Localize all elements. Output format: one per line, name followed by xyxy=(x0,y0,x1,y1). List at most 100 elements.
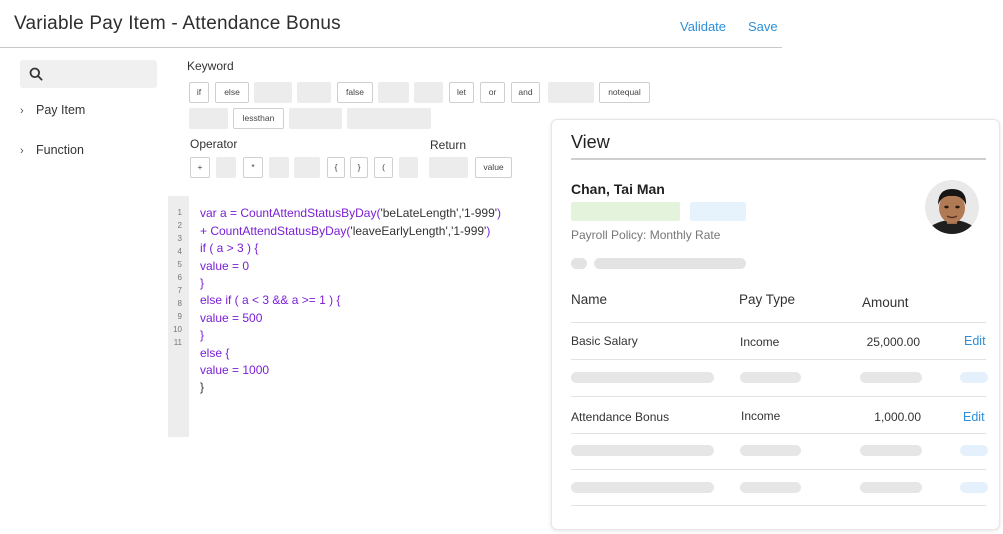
operator-chip[interactable] xyxy=(399,157,418,178)
keyword-chip[interactable] xyxy=(347,108,431,129)
pay-item-amount: 1,000.00 xyxy=(874,410,921,424)
sidebar-item-function[interactable]: › Function xyxy=(20,143,84,157)
column-header-pay-type: Pay Type xyxy=(739,292,796,307)
code-token: ) xyxy=(486,224,491,238)
operator-chip[interactable]: * xyxy=(243,157,263,178)
keyword-chip[interactable]: if xyxy=(189,82,209,103)
code-line: else { xyxy=(200,346,230,360)
keyword-chip[interactable] xyxy=(189,108,228,129)
return-section-label: Return xyxy=(430,138,467,152)
placeholder-bar xyxy=(740,482,801,493)
edit-button[interactable]: Edit xyxy=(963,410,985,424)
keyword-section-label: Keyword xyxy=(187,59,234,73)
search-icon xyxy=(29,67,43,81)
keyword-chip[interactable] xyxy=(414,82,443,103)
operator-chip[interactable]: ( xyxy=(374,157,393,178)
page-title: Variable Pay Item - Attendance Bonus xyxy=(14,13,341,34)
code-editor[interactable]: 1 2 3 4 5 6 7 8 9 10 11 var a = CountAtt… xyxy=(168,196,548,437)
line-number: 3 xyxy=(177,234,182,243)
column-header-amount: Amount xyxy=(862,295,909,310)
row-divider xyxy=(571,433,986,434)
keyword-chip[interactable]: and xyxy=(511,82,540,103)
keyword-chip[interactable] xyxy=(548,82,594,103)
line-number: 8 xyxy=(177,299,182,308)
code-token: CountAttendStatusByDay( xyxy=(240,206,381,220)
sidebar: › Pay Item › Function xyxy=(0,49,168,437)
row-divider xyxy=(571,359,986,360)
code-line: value = 1000 xyxy=(200,363,270,377)
row-divider xyxy=(571,469,986,470)
code-line: } xyxy=(200,328,205,342)
sidebar-item-label: Function xyxy=(36,143,84,157)
keyword-chip[interactable] xyxy=(254,82,292,103)
placeholder-bar xyxy=(594,258,746,269)
placeholder-bar xyxy=(571,372,714,383)
keyword-chip[interactable]: else xyxy=(215,82,249,103)
keyword-chip[interactable] xyxy=(289,108,342,129)
pay-item-name: Attendance Bonus xyxy=(571,410,670,424)
line-number: 6 xyxy=(177,273,182,282)
return-chip[interactable] xyxy=(429,157,468,178)
row-divider xyxy=(571,505,986,506)
keyword-chip[interactable]: or xyxy=(480,82,505,103)
column-header-name: Name xyxy=(571,292,608,307)
line-number-gutter: 1 2 3 4 5 6 7 8 9 10 11 xyxy=(168,196,189,437)
code-line: value = 500 xyxy=(200,311,263,325)
operator-chip[interactable] xyxy=(216,157,236,178)
sidebar-item-label: Pay Item xyxy=(36,103,86,117)
line-number: 9 xyxy=(177,312,182,321)
placeholder-bar xyxy=(571,482,714,493)
pay-item-type: Income xyxy=(740,335,780,349)
keyword-chip[interactable] xyxy=(297,82,331,103)
line-number: 7 xyxy=(177,286,182,295)
save-button[interactable]: Save xyxy=(748,19,778,34)
placeholder-bar xyxy=(740,372,801,383)
operator-chip[interactable] xyxy=(294,157,320,178)
return-chip[interactable]: value xyxy=(475,157,512,178)
divider xyxy=(571,158,986,160)
sidebar-item-pay-item[interactable]: › Pay Item xyxy=(20,103,85,117)
placeholder-bar xyxy=(740,445,801,456)
operator-chip[interactable] xyxy=(269,157,289,178)
operator-section-label: Operator xyxy=(190,137,238,151)
operator-chip[interactable]: + xyxy=(190,157,210,178)
title-bar: Variable Pay Item - Attendance Bonus Val… xyxy=(0,0,782,48)
keyword-chip[interactable] xyxy=(378,82,409,103)
code-line: value = 0 xyxy=(200,259,250,273)
placeholder-bar xyxy=(960,372,988,383)
line-number: 11 xyxy=(173,338,182,347)
code-line: var a = CountAttendStatusByDay('beLateLe… xyxy=(200,206,501,220)
line-number: 10 xyxy=(173,325,182,334)
placeholder-bar xyxy=(960,482,988,493)
placeholder-bar xyxy=(860,445,922,456)
view-panel: View Chan, Tai Man Payroll Policy: Month… xyxy=(551,119,1000,530)
code-line: if ( a > 3 ) { xyxy=(200,241,259,255)
placeholder-bar xyxy=(860,372,922,383)
status-badge xyxy=(571,202,680,221)
keyword-chip[interactable]: notequal xyxy=(599,82,650,103)
pay-item-type: Income xyxy=(741,409,781,423)
placeholder-bar xyxy=(960,445,988,456)
keyword-chip[interactable]: let xyxy=(449,82,474,103)
code-token: ) xyxy=(497,206,502,220)
search-input[interactable] xyxy=(20,60,157,88)
placeholder-bar xyxy=(860,482,922,493)
code-line: else if ( a < 3 && a >= 1 ) { xyxy=(200,293,341,307)
keyword-chip[interactable]: lessthan xyxy=(233,108,284,129)
code-token: var a = xyxy=(200,206,241,220)
validate-button[interactable]: Validate xyxy=(680,19,726,34)
row-divider xyxy=(571,396,986,397)
operator-chip[interactable]: { xyxy=(327,157,345,178)
operator-chip[interactable]: } xyxy=(350,157,368,178)
placeholder-bar xyxy=(571,445,714,456)
line-number: 4 xyxy=(177,247,182,256)
line-number: 1 xyxy=(177,208,182,217)
line-number: 2 xyxy=(177,221,182,230)
keyword-chip[interactable]: false xyxy=(337,82,373,103)
code-token: CountAttendStatusByDay( xyxy=(210,224,351,238)
code-line: } xyxy=(200,380,205,394)
code-token: 'beLateLength','1-999' xyxy=(380,206,498,220)
pay-item-name: Basic Salary xyxy=(571,334,638,348)
edit-button[interactable]: Edit xyxy=(964,334,986,348)
code-line: + CountAttendStatusByDay('leaveEarlyLeng… xyxy=(200,224,490,238)
